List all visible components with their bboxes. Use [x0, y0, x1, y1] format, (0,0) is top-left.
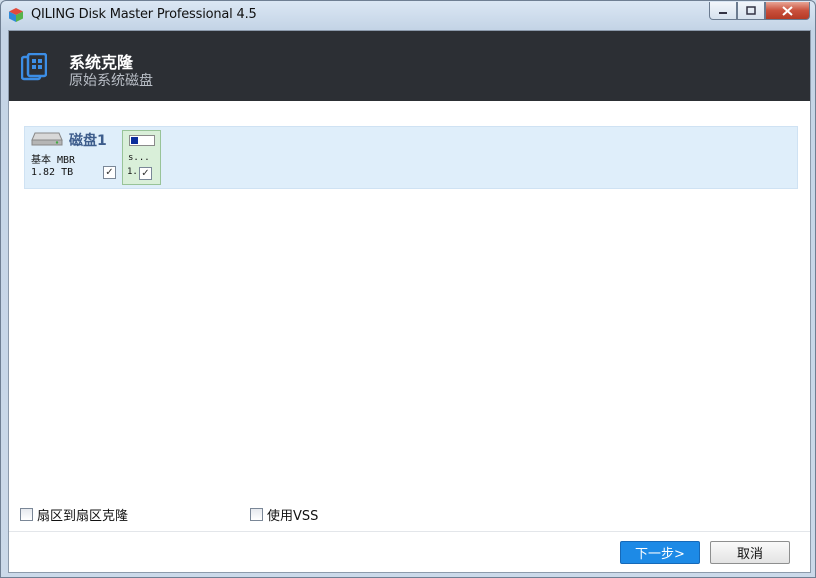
- page-subtitle: 原始系统磁盘: [69, 73, 153, 89]
- sector-clone-option[interactable]: 扇区到扇区克隆: [20, 505, 128, 524]
- disk-size: 1.82 TB: [31, 167, 74, 178]
- partition-size: 1.: [127, 167, 138, 177]
- minimize-icon: [719, 11, 727, 14]
- use-vss-checkbox[interactable]: [250, 508, 263, 521]
- window-controls: [709, 2, 810, 20]
- disk-checkbox[interactable]: ✓: [103, 166, 116, 179]
- sector-clone-label: 扇区到扇区克隆: [37, 509, 129, 524]
- minimize-button[interactable]: [709, 2, 737, 20]
- close-icon: [782, 5, 793, 16]
- app-window: QILING Disk Master Professional 4.5 系统克隆…: [0, 0, 816, 578]
- hard-disk-icon: [31, 132, 63, 146]
- clone-disk-icon: [21, 53, 47, 81]
- window-title: QILING Disk Master Professional 4.5: [31, 7, 257, 22]
- partition-block[interactable]: s... 1. ✓: [122, 130, 161, 185]
- title-bar[interactable]: QILING Disk Master Professional 4.5: [1, 1, 815, 30]
- app-logo-icon: [9, 8, 23, 22]
- use-vss-label: 使用VSS: [267, 509, 319, 524]
- partition-label: s...: [128, 153, 150, 163]
- close-button[interactable]: [765, 2, 810, 20]
- disk-type: 基本 MBR: [31, 155, 76, 166]
- footer-divider: [9, 531, 810, 532]
- cancel-button[interactable]: 取消: [710, 541, 790, 564]
- maximize-button[interactable]: [737, 2, 765, 20]
- partition-usage-bar: [129, 135, 155, 146]
- page-header: 系统克隆 原始系统磁盘: [9, 31, 810, 101]
- use-vss-option[interactable]: 使用VSS: [250, 505, 318, 524]
- client-area: 系统克隆 原始系统磁盘 磁盘1 基本 MBR 1.82 TB ✓ s... 1.…: [8, 30, 811, 573]
- partition-checkbox[interactable]: ✓: [139, 167, 152, 180]
- next-button[interactable]: 下一步>: [620, 541, 700, 564]
- sector-clone-checkbox[interactable]: [20, 508, 33, 521]
- partition-usage-fill: [131, 137, 138, 144]
- maximize-icon: [746, 6, 756, 15]
- disk-row[interactable]: 磁盘1 基本 MBR 1.82 TB ✓ s... 1. ✓: [24, 126, 798, 189]
- disk-name: 磁盘1: [69, 133, 107, 149]
